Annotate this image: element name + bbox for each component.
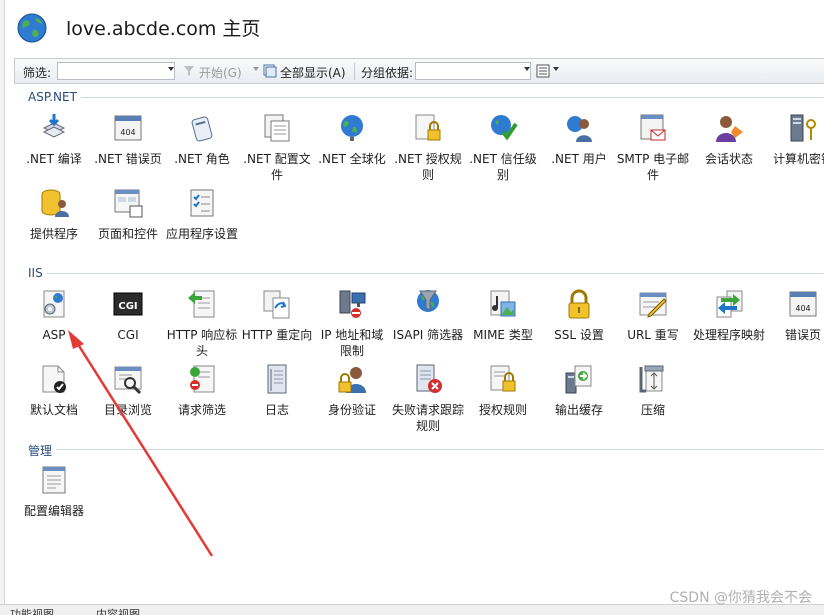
annotation-arrow bbox=[68, 330, 214, 557]
watermark: CSDN @你猜我会不会 bbox=[669, 590, 812, 606]
